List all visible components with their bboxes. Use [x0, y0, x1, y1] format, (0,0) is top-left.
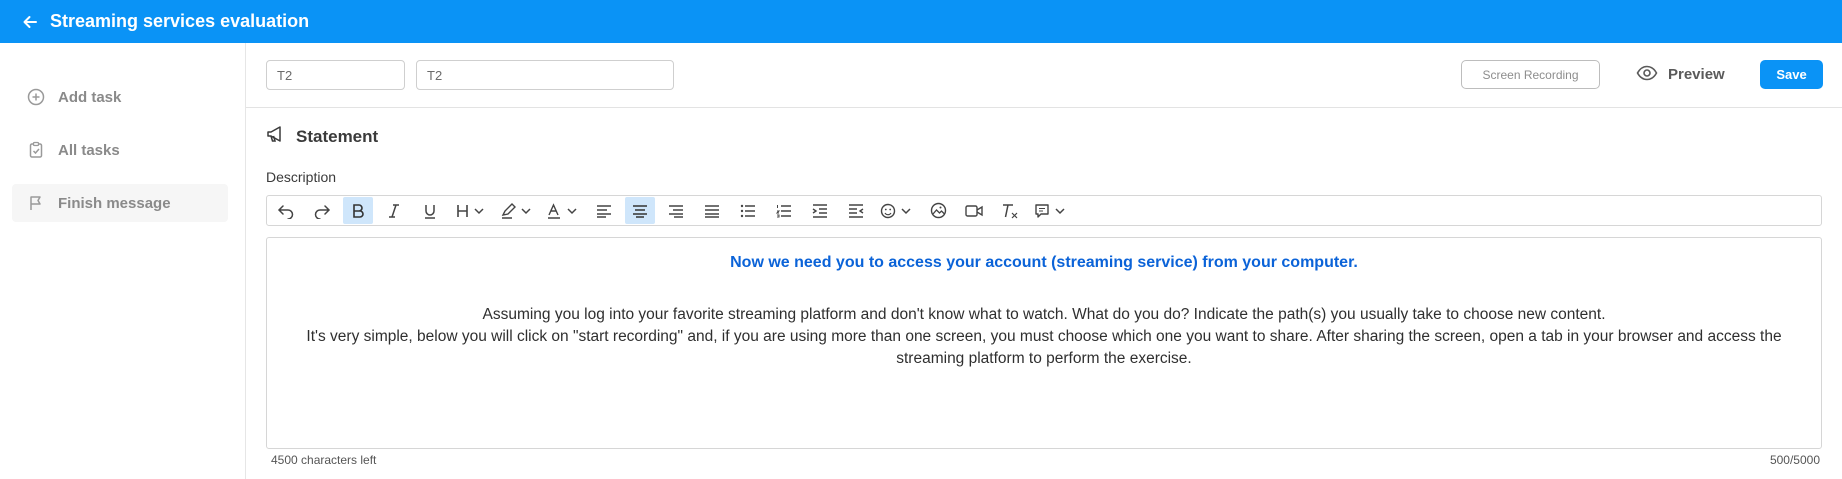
underline-icon[interactable]: [415, 197, 445, 224]
align-center-icon[interactable]: [625, 197, 655, 224]
flag-icon: [26, 193, 46, 213]
comment-dropdown-icon[interactable]: [1031, 197, 1071, 224]
section-title: Statement: [296, 126, 379, 146]
video-icon[interactable]: [959, 197, 989, 224]
align-right-icon[interactable]: [661, 197, 691, 224]
eye-icon: [1636, 65, 1658, 85]
description-editor[interactable]: Now we need you to access your account (…: [266, 237, 1822, 449]
task-toolbar: Screen Recording Preview Save: [246, 43, 1842, 108]
sidebar: Add task All tasks Finish message: [0, 43, 246, 479]
save-button[interactable]: Save: [1760, 60, 1823, 89]
sidebar-item-label: Finish message: [58, 194, 171, 212]
screen-recording-button[interactable]: Screen Recording: [1461, 60, 1600, 89]
characters-left-counter: 4500 characters left: [271, 453, 377, 467]
sidebar-item-all-tasks[interactable]: All tasks: [12, 131, 228, 169]
undo-icon[interactable]: [271, 197, 301, 224]
highlight-dropdown-icon[interactable]: [497, 197, 537, 224]
editor-paragraph: It's very simple, below you will click o…: [306, 328, 1782, 367]
sidebar-item-label: Add task: [58, 88, 122, 106]
indent-icon[interactable]: [805, 197, 835, 224]
preview-label: Preview: [1668, 66, 1725, 83]
text-color-dropdown-icon[interactable]: [543, 197, 583, 224]
preview-button[interactable]: Preview: [1636, 60, 1736, 89]
clear-format-icon[interactable]: [995, 197, 1025, 224]
page-title: Streaming services evaluation: [50, 11, 310, 31]
image-icon[interactable]: [923, 197, 953, 224]
description-label: Description: [266, 169, 337, 185]
main-content: Screen Recording Preview Save Statement …: [246, 43, 1842, 479]
redo-icon[interactable]: [307, 197, 337, 224]
task-code-input[interactable]: [266, 60, 405, 90]
megaphone-icon: [266, 125, 286, 148]
bold-icon[interactable]: [343, 197, 373, 224]
rich-text-toolbar: [266, 195, 1822, 226]
align-justify-icon[interactable]: [697, 197, 727, 224]
outdent-icon[interactable]: [841, 197, 871, 224]
sidebar-item-finish-message[interactable]: Finish message: [12, 184, 228, 222]
task-name-input[interactable]: [416, 60, 674, 90]
character-count: 500/5000: [1769, 453, 1820, 467]
sidebar-item-add-task[interactable]: Add task: [12, 78, 228, 116]
editor-paragraph: Assuming you log into your favorite stre…: [482, 306, 1606, 323]
numbered-list-icon[interactable]: [769, 197, 799, 224]
editor-headline: Now we need you to access your account (…: [730, 254, 1358, 271]
align-left-icon[interactable]: [589, 197, 619, 224]
heading-dropdown-icon[interactable]: [451, 197, 491, 224]
clipboard-check-icon: [26, 140, 46, 160]
plus-circle-icon: [26, 87, 46, 107]
sidebar-item-label: All tasks: [58, 141, 120, 159]
back-arrow-icon[interactable]: [20, 12, 40, 32]
emoji-dropdown-icon[interactable]: [877, 197, 917, 224]
top-bar: Streaming services evaluation: [0, 0, 1842, 43]
bullet-list-icon[interactable]: [733, 197, 763, 224]
italic-icon[interactable]: [379, 197, 409, 224]
section-header: Statement: [266, 125, 378, 148]
